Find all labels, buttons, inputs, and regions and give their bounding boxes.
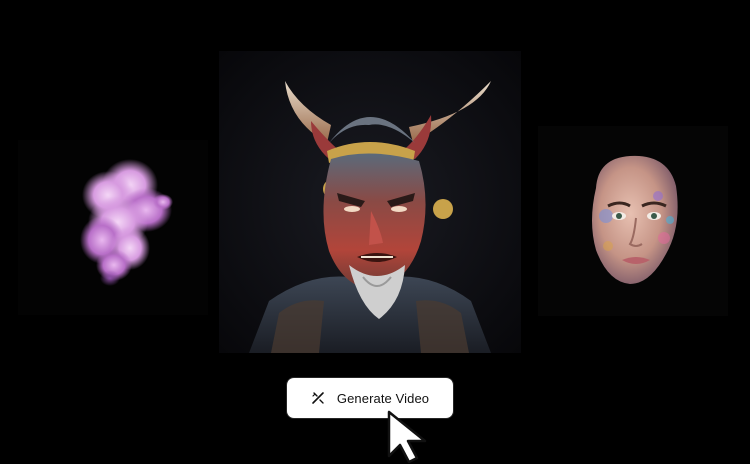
face-portrait-card[interactable] — [538, 126, 728, 316]
mouse-cursor-icon — [387, 410, 427, 464]
generate-video-label: Generate Video — [336, 390, 430, 406]
smoke-image-card[interactable] — [18, 140, 208, 315]
demon-portrait-icon — [219, 51, 521, 353]
smoke-icon — [80, 159, 173, 286]
video-generator-stage: Generate Video — [0, 0, 750, 464]
magic-wand-icon — [311, 391, 325, 405]
demon-portrait-card[interactable] — [219, 51, 521, 353]
face-portrait-icon — [538, 126, 728, 316]
